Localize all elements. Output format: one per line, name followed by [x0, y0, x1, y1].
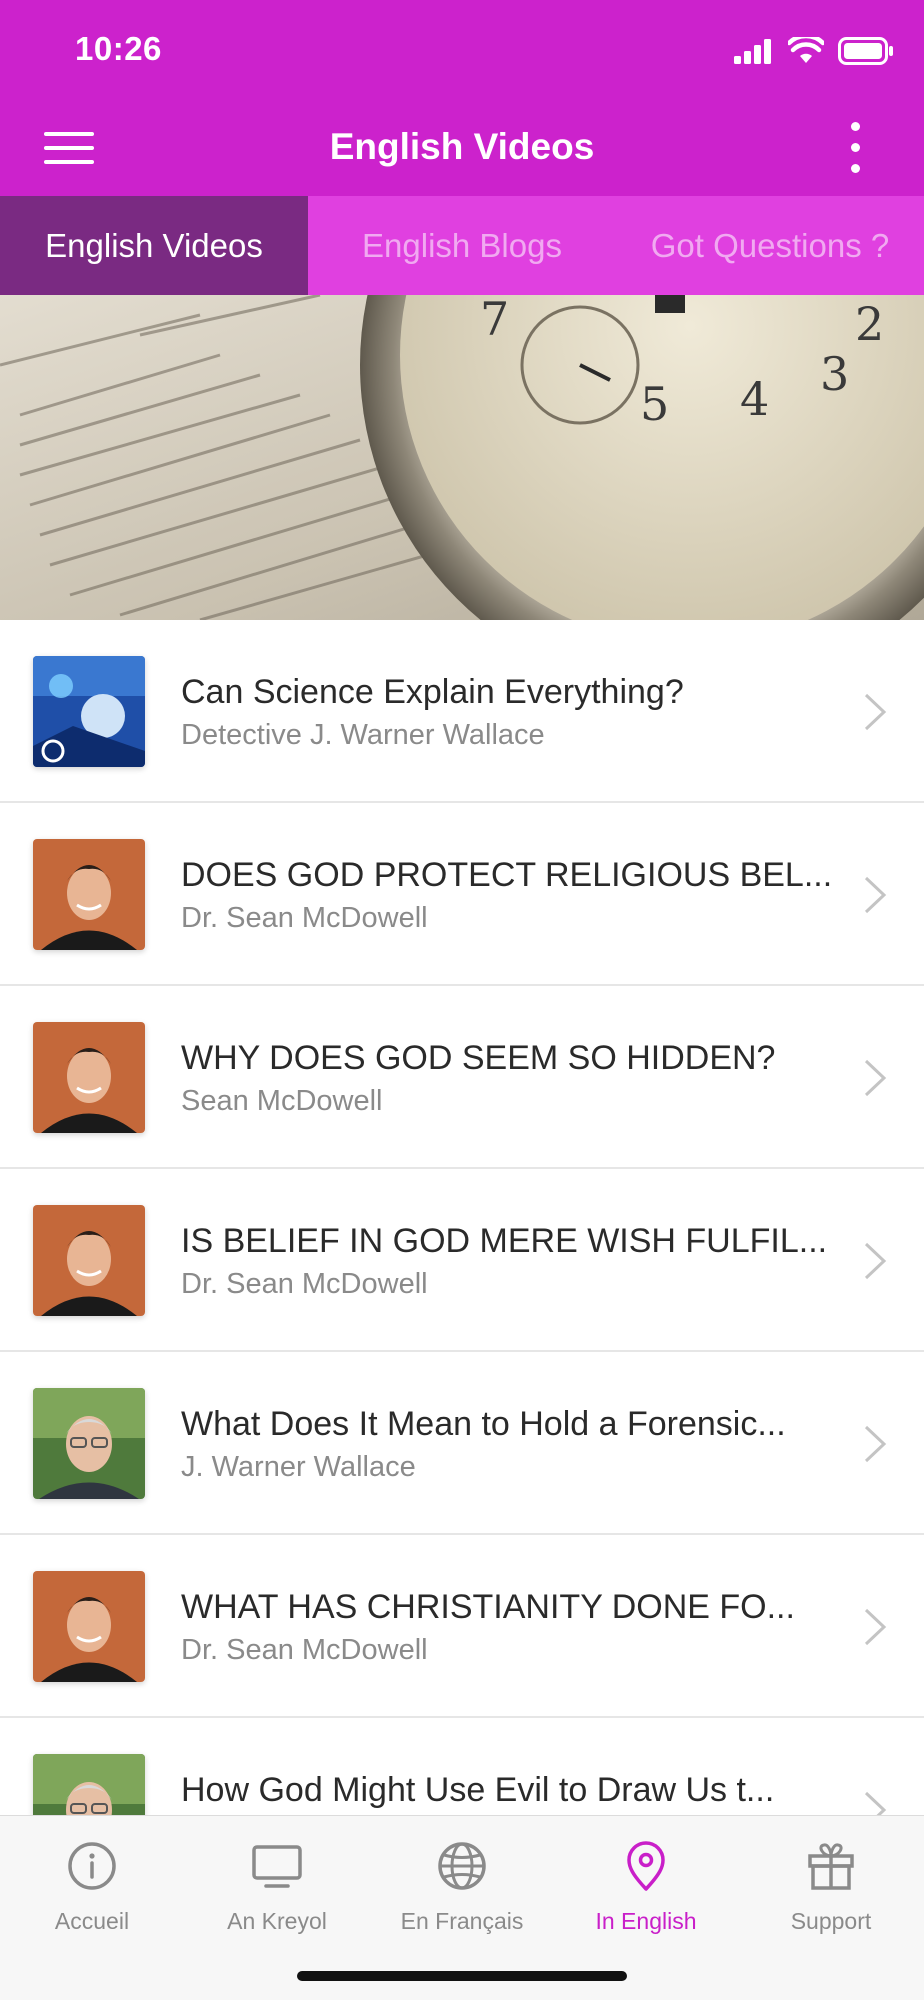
video-title: How God Might Use Evil to Draw Us t... [181, 1771, 775, 1809]
chevron-right-icon [864, 1608, 887, 1646]
nav-label: Accueil [54, 1908, 130, 1934]
nav-an-kreyol[interactable]: An Kreyol [185, 1816, 369, 1946]
hero-banner-image: 7 5 4 3 2 [0, 295, 924, 620]
video-author: Detective J. Warner Wallace [181, 719, 545, 751]
nav-label: An Kreyol [227, 1908, 327, 1934]
nav-support[interactable]: Support [739, 1816, 923, 1946]
status-icons [734, 34, 894, 68]
video-author: Sean McDowell [181, 1085, 383, 1117]
warner-wallace-photo [33, 1754, 145, 1815]
list-item[interactable]: What Does It Mean to Hold a Forensic... … [0, 1352, 924, 1535]
list-item[interactable]: How God Might Use Evil to Draw Us t... [0, 1718, 924, 1815]
video-author: J. Warner Wallace [181, 1451, 416, 1483]
svg-text:5: 5 [640, 377, 669, 431]
video-title: WHAT HAS CHRISTIANITY DONE FO... [181, 1588, 795, 1626]
video-title: IS BELIEF IN GOD MERE WISH FULFIL... [181, 1222, 828, 1260]
svg-text:2: 2 [855, 297, 884, 351]
chevron-right-icon [864, 693, 887, 731]
video-author: Dr. Sean McDowell [181, 1268, 428, 1300]
page-title: English Videos [329, 126, 595, 167]
nav-label: En Français [400, 1908, 524, 1934]
chevron-right-icon [864, 1242, 887, 1280]
tab-english-blogs[interactable]: English Blogs [308, 196, 616, 295]
list-item[interactable]: WHY DOES GOD SEEM SO HIDDEN? Sean McDowe… [0, 986, 924, 1169]
video-title: WHY DOES GOD SEEM SO HIDDEN? [181, 1039, 776, 1077]
warner-wallace-photo [33, 1388, 145, 1499]
list-item[interactable]: DOES GOD PROTECT RELIGIOUS BEL... Dr. Se… [0, 803, 924, 986]
more-options-icon[interactable] [846, 122, 866, 174]
science-thumbnail [33, 656, 145, 767]
home-indicator[interactable] [297, 1971, 627, 1981]
info-circle-icon [68, 1842, 116, 1890]
list-item[interactable]: Can Science Explain Everything? Detectiv… [0, 620, 924, 803]
globe-icon [438, 1842, 486, 1890]
chevron-right-icon [864, 1059, 887, 1097]
tab-got-questions[interactable]: Got Questions ? [616, 196, 924, 295]
chevron-right-icon [864, 1425, 887, 1463]
nav-label: Support [790, 1908, 872, 1934]
list-item[interactable]: IS BELIEF IN GOD MERE WISH FULFIL... Dr.… [0, 1169, 924, 1352]
video-title: What Does It Mean to Hold a Forensic... [181, 1405, 786, 1443]
tab-english-videos[interactable]: English Videos [0, 196, 308, 295]
nav-in-english[interactable]: In English [554, 1816, 738, 1946]
sean-mcdowell-photo [33, 1205, 145, 1316]
battery-icon [838, 37, 893, 65]
svg-text:4: 4 [740, 372, 769, 426]
nav-label: In English [595, 1908, 697, 1934]
app-bar: English Videos [0, 100, 924, 196]
status-bar: 10:26 [0, 0, 924, 100]
video-author: Dr. Sean McDowell [181, 1634, 428, 1666]
location-pin-icon [627, 1841, 665, 1891]
list-item[interactable]: WHAT HAS CHRISTIANITY DONE FO... Dr. Sea… [0, 1535, 924, 1718]
nav-en-francais[interactable]: En Français [370, 1816, 554, 1946]
nav-accueil[interactable]: Accueil [0, 1816, 184, 1946]
status-time: 10:26 [75, 30, 162, 67]
gift-icon [808, 1843, 854, 1890]
video-title: Can Science Explain Everything? [181, 673, 684, 711]
video-list: Can Science Explain Everything? Detectiv… [0, 620, 924, 1815]
video-title: DOES GOD PROTECT RELIGIOUS BEL... [181, 856, 833, 894]
chevron-right-icon [864, 1791, 887, 1815]
tab-bar: English Videos English Blogs Got Questio… [0, 196, 924, 295]
chevron-right-icon [864, 876, 887, 914]
cellular-signal-icon [734, 39, 771, 64]
wifi-icon [788, 37, 824, 63]
sean-mcdowell-photo [33, 1022, 145, 1133]
sean-mcdowell-photo [33, 1571, 145, 1682]
svg-text:3: 3 [820, 347, 849, 401]
sean-mcdowell-photo [33, 839, 145, 950]
video-author: Dr. Sean McDowell [181, 902, 428, 934]
svg-text:7: 7 [480, 295, 509, 346]
monitor-icon [252, 1845, 302, 1888]
